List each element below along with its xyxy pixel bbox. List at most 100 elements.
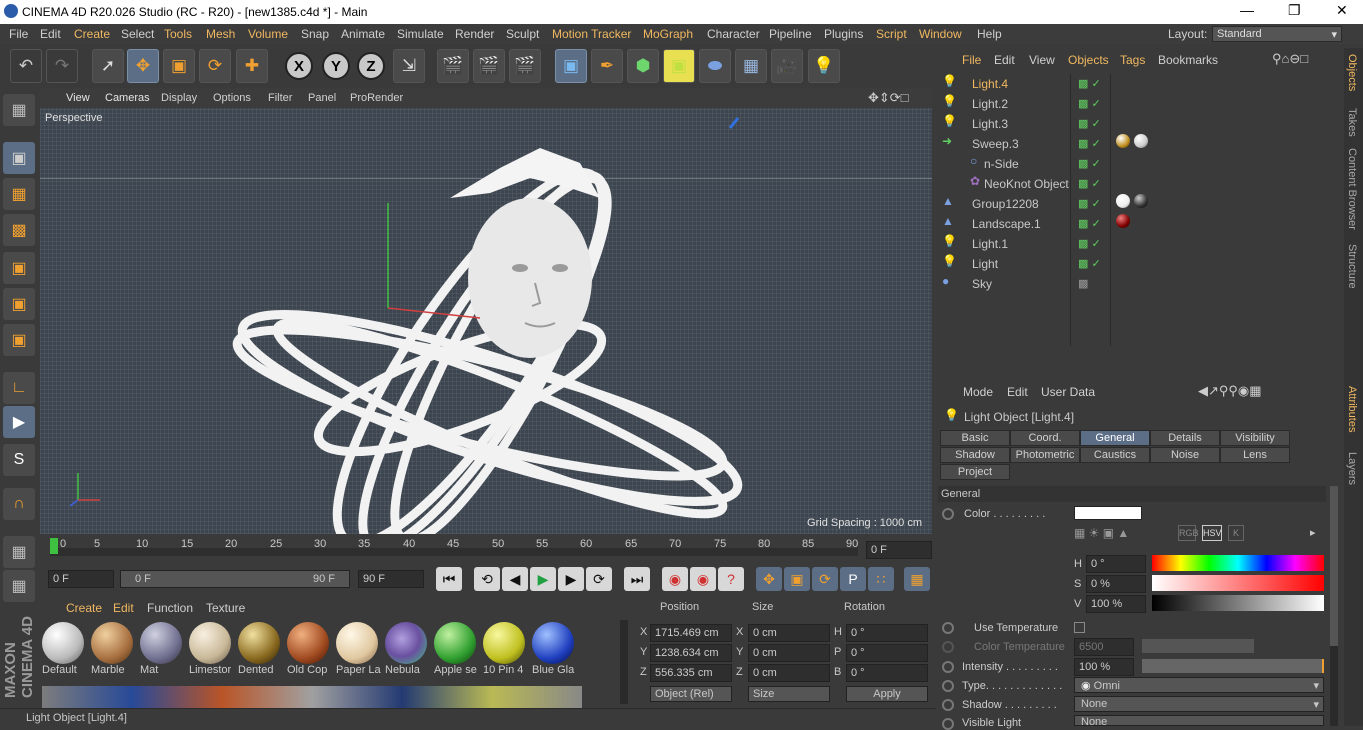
mat-menu-texture[interactable]: Texture [206, 601, 245, 615]
y-axis-button[interactable]: Y [322, 52, 350, 80]
tweak-mode-icon[interactable]: ▶ [3, 406, 35, 438]
go-to-start-icon[interactable]: ⏮ [436, 567, 462, 591]
chevron-right-icon[interactable]: ▸ [1310, 526, 1316, 539]
viewport[interactable]: Perspective Grid Spacing : 1000 cm [40, 108, 932, 534]
visibility-check-icon[interactable]: ▩ ✓ [1078, 77, 1101, 90]
move-icon[interactable]: ✥ [127, 49, 159, 83]
position-key-icon[interactable]: ✥ [756, 567, 782, 591]
object-row[interactable]: ✿ NeoKnot Object [942, 174, 1342, 194]
shadow-dropdown[interactable]: None ▾ [1074, 696, 1324, 712]
scale-key-icon[interactable]: ▣ [784, 567, 810, 591]
menu-mesh[interactable]: Mesh [206, 27, 235, 41]
parameter-key-icon[interactable]: P [840, 567, 866, 591]
z-axis-button[interactable]: Z [357, 52, 385, 80]
intensity-field[interactable]: 100 % [1074, 658, 1134, 676]
menu-character[interactable]: Character [707, 27, 760, 41]
visibility-check-icon[interactable]: ▩ ✓ [1078, 237, 1101, 250]
material-swatch[interactable]: Apple se [434, 622, 479, 678]
keyframe-selection-icon[interactable]: ? [718, 567, 744, 591]
snap-icon[interactable]: ∩ [3, 488, 35, 520]
attr-navigation-icon[interactable]: ◀↗⚲⚲◉▦ [1198, 383, 1262, 399]
intensity-slider[interactable] [1142, 659, 1324, 673]
next-frame-icon[interactable]: ▶ [558, 567, 584, 591]
animation-radio[interactable] [942, 699, 954, 711]
saturation-slider[interactable] [1152, 575, 1324, 591]
visibility-check-icon[interactable]: ▩ ✓ [1078, 117, 1101, 130]
record-active-objects-icon[interactable]: ◉ [662, 567, 688, 591]
cube-icon[interactable]: ▣ [555, 49, 587, 83]
s-field[interactable]: 0 % [1086, 575, 1146, 593]
animation-radio[interactable] [942, 508, 954, 520]
material-tag[interactable] [1134, 134, 1148, 148]
material-swatch[interactable]: Default [42, 622, 87, 678]
type-dropdown[interactable]: ◉ Omni ▾ [1074, 677, 1324, 693]
animation-radio[interactable] [942, 661, 954, 673]
mat-menu-create[interactable]: Create [66, 601, 102, 615]
tab-visibility[interactable]: Visibility [1220, 430, 1290, 446]
render-settings-icon[interactable]: 🎬 [509, 49, 541, 83]
camera-icon[interactable]: 🎥 [771, 49, 803, 83]
layout-dropdown[interactable]: Standard ▾ [1212, 26, 1342, 42]
menu-window[interactable]: Window [919, 27, 962, 41]
menu-mograph[interactable]: MoGraph [643, 27, 693, 41]
position-y-field[interactable]: 1238.634 cm [650, 644, 732, 662]
material-swatch[interactable]: Limestor [189, 622, 234, 678]
animation-radio[interactable] [942, 718, 954, 730]
go-to-previous-key-icon[interactable]: ⟲ [474, 567, 500, 591]
menu-help[interactable]: Help [977, 27, 1002, 41]
tab-caustics[interactable]: Caustics [1080, 447, 1150, 463]
rotation-key-icon[interactable]: ⟳ [812, 567, 838, 591]
visibility-check-icon[interactable]: ▩ ✓ [1078, 137, 1101, 150]
visibility-check-icon[interactable]: ▩ ✓ [1078, 217, 1101, 230]
play-icon[interactable]: ▶ [530, 567, 556, 591]
obj-menu-bookmarks[interactable]: Bookmarks [1158, 53, 1218, 67]
vp-menu-view[interactable]: View [66, 92, 90, 104]
tab-shadow[interactable]: Shadow [940, 447, 1010, 463]
color-mode-icons[interactable]: ▦ ☀ ▣ ▲ [1074, 526, 1129, 540]
start-frame-field[interactable]: 0 F [48, 570, 114, 588]
menu-create[interactable]: Create [74, 27, 110, 41]
current-frame-field[interactable]: 0 F [866, 541, 932, 559]
menu-select[interactable]: Select [121, 27, 154, 41]
mat-menu-edit[interactable]: Edit [113, 601, 134, 615]
animation-radio[interactable] [942, 622, 954, 634]
minimize-icon[interactable]: — [1240, 2, 1254, 18]
hsv-mode-button[interactable]: HSV [1202, 525, 1222, 541]
transform-icon[interactable]: ✚ [236, 49, 268, 83]
end-frame-field[interactable]: 90 F [358, 570, 424, 588]
points-mode-icon[interactable]: ▣ [3, 252, 35, 284]
object-row[interactable]: 💡 Light.4 [942, 74, 1342, 94]
cloner-icon[interactable]: ▣ [663, 49, 695, 83]
tab-general[interactable]: General [1080, 430, 1150, 446]
go-to-next-key-icon[interactable]: ⟳ [586, 567, 612, 591]
vp-menu-prorender[interactable]: ProRender [350, 92, 403, 104]
range-slider[interactable]: 0 F 90 F [120, 570, 350, 588]
obj-menu-tags[interactable]: Tags [1120, 53, 1145, 67]
axis-mode-icon[interactable]: ∟ [3, 372, 35, 404]
render-picture-viewer-icon[interactable]: 🎬 [473, 49, 505, 83]
apply-button[interactable]: Apply [846, 686, 928, 702]
rotate-icon[interactable]: ⟳ [199, 49, 231, 83]
menu-motion-tracker[interactable]: Motion Tracker [552, 27, 631, 41]
texture-mode-icon[interactable]: ▦ [3, 178, 35, 210]
obj-menu-file[interactable]: File [962, 53, 981, 67]
timeline-window-icon[interactable]: ▦ [904, 567, 930, 591]
vp-menu-filter[interactable]: Filter [268, 92, 292, 104]
model-mode-icon[interactable]: ▣ [3, 142, 35, 174]
tab-project[interactable]: Project [940, 464, 1010, 480]
menu-script[interactable]: Script [876, 27, 907, 41]
obj-menu-edit[interactable]: Edit [994, 53, 1015, 67]
material-swatch[interactable]: Old Cop [287, 622, 332, 678]
workplane-icon[interactable]: ▩ [3, 214, 35, 246]
timeline[interactable]: 0 5 10 15 20 25 30 35 40 45 50 55 60 65 … [40, 534, 932, 564]
go-to-end-icon[interactable]: ⏭ [624, 567, 650, 591]
menu-volume[interactable]: Volume [248, 27, 288, 41]
undo-icon[interactable]: ↶ [10, 49, 42, 83]
edges-mode-icon[interactable]: ▣ [3, 288, 35, 320]
size-x-field[interactable]: 0 cm [748, 624, 830, 642]
animation-radio[interactable] [942, 680, 954, 692]
deformer-icon[interactable]: ⬬ [699, 49, 731, 83]
right-tab-attributes[interactable]: Attributes [1346, 386, 1358, 432]
visibility-check-icon[interactable]: ▩ [1078, 277, 1088, 290]
object-row[interactable]: 💡 Light [942, 254, 1342, 274]
